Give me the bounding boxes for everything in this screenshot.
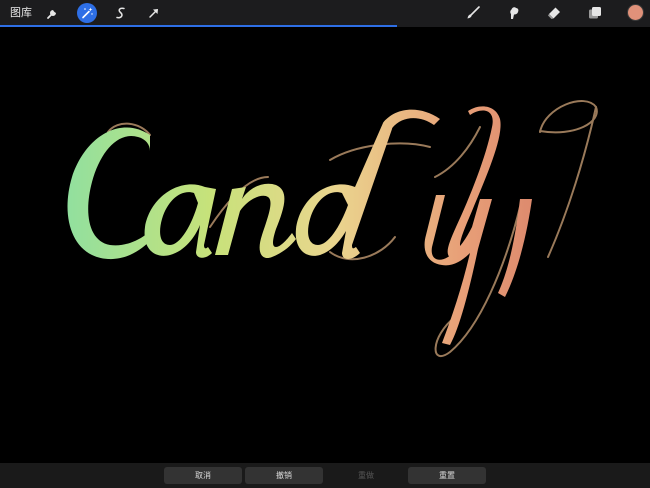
selection-button[interactable] (111, 3, 131, 23)
wrench-icon (46, 6, 60, 20)
layers-icon (587, 5, 603, 21)
cancel-button[interactable]: 取消 (164, 467, 242, 484)
smudge-button[interactable] (503, 3, 523, 23)
redo-button[interactable]: 重做 (327, 467, 405, 484)
bottom-toolbar: 取消 撤销 重做 重置 (0, 463, 650, 488)
procreate-app: 图库 取消 撤销 重做 重置 (0, 0, 650, 488)
adjustments-button[interactable] (77, 3, 97, 23)
top-toolbar: 图库 (0, 0, 650, 26)
arrow-cursor-icon (147, 6, 161, 20)
actions-button[interactable] (43, 3, 63, 23)
drawing-canvas[interactable] (0, 27, 650, 463)
s-curve-icon (114, 6, 128, 20)
smudge-icon (505, 5, 521, 21)
magic-wand-icon (80, 6, 94, 20)
layers-button[interactable] (585, 3, 605, 23)
brush-icon (465, 5, 481, 21)
eraser-icon (546, 5, 562, 21)
artwork (67, 100, 598, 358)
reset-button[interactable]: 重置 (408, 467, 486, 484)
color-swatch-button[interactable] (627, 4, 644, 21)
candy-lettering (67, 106, 532, 345)
transform-button[interactable] (144, 3, 164, 23)
eraser-button[interactable] (544, 3, 564, 23)
gallery-button[interactable]: 图库 (10, 5, 32, 21)
brush-button[interactable] (463, 3, 483, 23)
undo-button[interactable]: 撤销 (245, 467, 323, 484)
